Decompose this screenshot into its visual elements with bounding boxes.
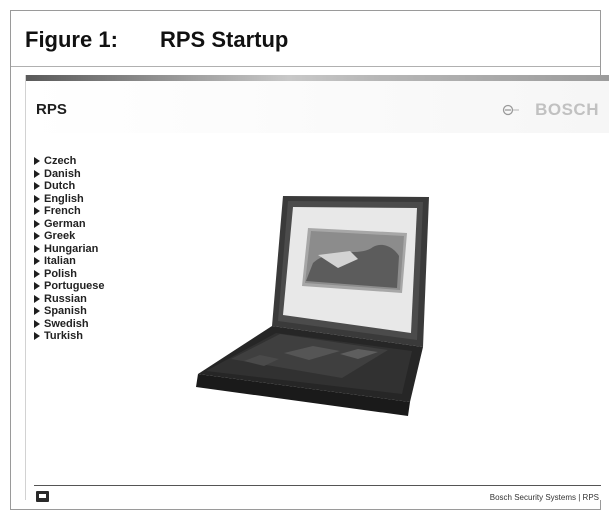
language-label: Polish [44, 267, 78, 280]
language-label: English [44, 192, 84, 205]
app-title: RPS [36, 101, 67, 118]
app-header: RPS BOSCH [26, 81, 609, 133]
language-label: Dutch [44, 180, 76, 193]
language-label: Swedish [44, 317, 89, 330]
language-label: Hungarian [44, 242, 99, 255]
language-item-italian[interactable]: Italian [33, 255, 105, 268]
language-item-french[interactable]: French [33, 205, 105, 218]
language-item-polish[interactable]: Polish [33, 268, 105, 281]
language-label: Turkish [44, 330, 83, 343]
figure-label: Figure 1: [25, 27, 118, 52]
triangle-right-icon [34, 307, 40, 316]
triangle-right-icon [34, 257, 40, 266]
language-label: Spanish [44, 305, 87, 318]
triangle-right-icon [34, 294, 40, 303]
triangle-right-icon [34, 219, 40, 228]
language-label: Russian [44, 292, 87, 305]
language-item-german[interactable]: German [33, 218, 105, 231]
figure-header: Figure 1: RPS Startup [11, 11, 600, 67]
language-label: German [44, 217, 86, 230]
language-item-russian[interactable]: Russian [33, 293, 105, 306]
language-item-dutch[interactable]: Dutch [33, 180, 105, 193]
triangle-right-icon [34, 194, 40, 203]
triangle-right-icon [34, 269, 40, 278]
laptop-image [188, 193, 433, 416]
triangle-right-icon [34, 169, 40, 178]
language-list: Czech Danish Dutch English French German [33, 155, 105, 343]
language-label: Danish [44, 167, 81, 180]
footer-divider [34, 485, 601, 486]
language-item-portuguese[interactable]: Portuguese [33, 280, 105, 293]
language-label: Czech [44, 155, 77, 168]
language-item-greek[interactable]: Greek [33, 230, 105, 243]
language-label: French [44, 205, 81, 218]
triangle-right-icon [34, 207, 40, 216]
triangle-right-icon [34, 332, 40, 341]
triangle-right-icon [34, 244, 40, 253]
language-label: Italian [44, 255, 76, 268]
language-item-hungarian[interactable]: Hungarian [33, 243, 105, 256]
brand-name: BOSCH [535, 100, 599, 119]
triangle-right-icon [34, 282, 40, 291]
triangle-right-icon [34, 157, 40, 166]
language-item-czech[interactable]: Czech [33, 155, 105, 168]
bosch-logo-icon [502, 104, 520, 116]
language-item-spanish[interactable]: Spanish [33, 305, 105, 318]
chat-icon[interactable] [36, 491, 49, 502]
language-item-danish[interactable]: Danish [33, 168, 105, 181]
footer-text: Bosch Security Systems | RPS [489, 493, 599, 502]
language-label: Greek [44, 230, 76, 243]
triangle-right-icon [34, 232, 40, 241]
language-item-swedish[interactable]: Swedish [33, 318, 105, 331]
triangle-right-icon [34, 319, 40, 328]
rps-startup-screen: RPS BOSCH Czech Danish Dutch English Fre… [25, 75, 609, 502]
figure-frame: Figure 1: RPS Startup RPS BOSCH Czech Da… [10, 10, 609, 510]
figure-title: RPS Startup [160, 27, 289, 52]
language-item-turkish[interactable]: Turkish [33, 330, 105, 343]
language-label: Portuguese [44, 280, 105, 293]
language-item-english[interactable]: English [33, 193, 105, 206]
triangle-right-icon [34, 182, 40, 191]
